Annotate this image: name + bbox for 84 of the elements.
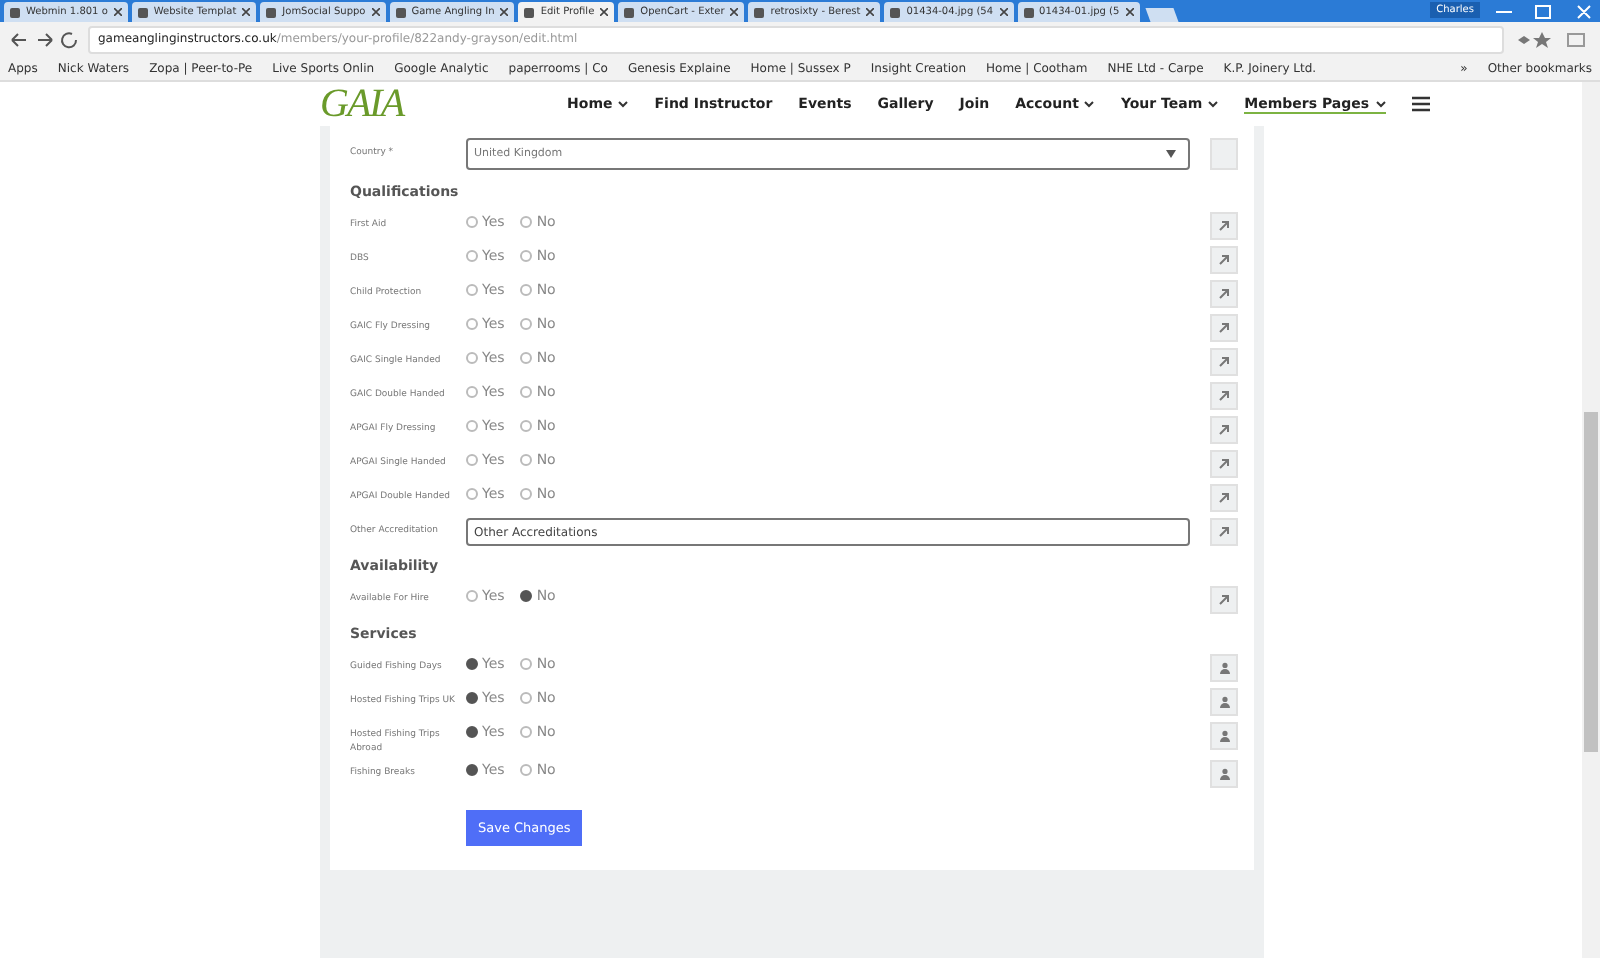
favicon-icon — [754, 7, 765, 17]
arrow-icon — [1218, 424, 1230, 436]
arrow-icon — [1218, 288, 1230, 300]
favicon-icon — [1023, 7, 1034, 17]
privacy-button[interactable] — [1210, 654, 1238, 682]
radio-button[interactable] — [520, 420, 533, 432]
radio-button[interactable] — [466, 216, 478, 228]
privacy-button[interactable] — [1210, 760, 1238, 789]
arrow-icon — [1218, 390, 1230, 402]
favicon-icon — [624, 7, 635, 17]
radio-button[interactable] — [466, 454, 478, 466]
privacy-button[interactable] — [1210, 348, 1238, 376]
close-icon[interactable] — [730, 8, 739, 16]
radio-button[interactable] — [520, 250, 533, 262]
radio-button[interactable] — [466, 488, 478, 500]
caret-icon — [1375, 99, 1386, 107]
radio-button[interactable] — [466, 386, 478, 398]
caret-icon — [1084, 99, 1095, 107]
radio-button[interactable] — [466, 692, 478, 704]
person-icon — [1219, 696, 1229, 708]
arrow-icon — [1218, 526, 1230, 538]
radio-button[interactable] — [466, 318, 478, 330]
privacy-button[interactable] — [1210, 518, 1238, 546]
privacy-button[interactable] — [1210, 416, 1238, 444]
close-icon[interactable] — [1125, 8, 1134, 16]
arrow-icon — [1218, 220, 1230, 232]
radio-button[interactable] — [520, 352, 533, 364]
navigation-arrows-icon[interactable] — [8, 29, 80, 49]
radio-button[interactable] — [466, 250, 478, 262]
favicon-icon — [266, 7, 277, 17]
close-icon[interactable] — [371, 8, 380, 16]
privacy-button[interactable] — [1210, 586, 1238, 614]
radio-button[interactable] — [466, 658, 478, 670]
arrow-icon — [1218, 322, 1230, 334]
person-icon — [1219, 662, 1229, 674]
radio-button[interactable] — [520, 488, 533, 500]
arrow-icon — [1218, 356, 1230, 368]
radio-button[interactable] — [520, 658, 533, 670]
favicon-icon — [524, 7, 535, 17]
radio-button[interactable] — [520, 386, 533, 398]
close-icon[interactable] — [600, 8, 609, 16]
radio-button[interactable] — [520, 692, 533, 704]
privacy-button[interactable] — [1210, 314, 1238, 342]
person-icon — [1219, 768, 1229, 781]
radio-button[interactable] — [466, 590, 478, 602]
privacy-button[interactable] — [1210, 722, 1238, 750]
radio-button[interactable] — [520, 216, 533, 228]
favicon-icon — [890, 7, 901, 17]
close-icon[interactable] — [113, 8, 122, 16]
privacy-button[interactable] — [1210, 280, 1238, 308]
radio-button[interactable] — [466, 352, 478, 364]
radio-button[interactable] — [520, 590, 533, 602]
privacy-button[interactable] — [1210, 688, 1238, 716]
arrow-icon — [1218, 458, 1230, 470]
radio-button[interactable] — [520, 764, 533, 777]
arrow-icon — [1218, 594, 1230, 606]
radio-button[interactable] — [520, 454, 533, 466]
radio-button[interactable] — [520, 318, 533, 330]
privacy-button[interactable] — [1210, 484, 1238, 512]
close-icon[interactable] — [500, 8, 509, 16]
caret-icon — [618, 99, 629, 107]
close-icon[interactable] — [866, 8, 875, 16]
close-icon[interactable] — [242, 8, 251, 16]
privacy-button[interactable] — [1210, 382, 1238, 410]
privacy-button[interactable] — [1210, 246, 1238, 274]
radio-button[interactable] — [466, 726, 478, 738]
radio-button[interactable] — [466, 764, 478, 777]
radio-button[interactable] — [520, 726, 533, 738]
new-tab-button[interactable] — [1144, 8, 1178, 22]
favicon-icon — [395, 7, 406, 17]
privacy-button[interactable] — [1210, 450, 1238, 478]
menu-icon[interactable] — [1411, 96, 1430, 112]
person-icon — [1219, 730, 1229, 742]
privacy-button[interactable] — [1210, 212, 1238, 240]
caret-icon — [1166, 150, 1176, 158]
arrow-icon — [1218, 254, 1230, 266]
caret-icon — [1208, 99, 1219, 107]
arrow-icon — [1218, 492, 1230, 504]
radio-button[interactable] — [466, 420, 478, 432]
radio-button[interactable] — [466, 284, 478, 296]
favicon-icon — [137, 7, 148, 17]
close-icon[interactable] — [999, 8, 1008, 16]
radio-button[interactable] — [520, 284, 533, 296]
favicon-icon — [10, 7, 20, 17]
